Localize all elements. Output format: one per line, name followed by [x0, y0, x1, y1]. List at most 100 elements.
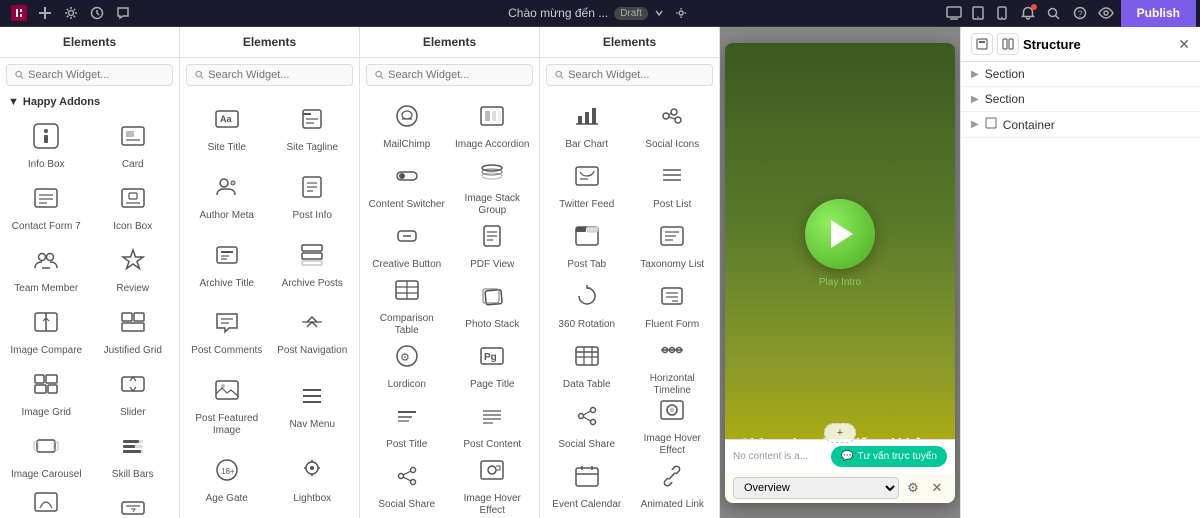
structure-item-container[interactable]: ▶ Container: [961, 112, 1200, 138]
widget-image-stack-group[interactable]: Image Stack Group +: [450, 156, 536, 216]
structure-item-section-1[interactable]: ▶ Section: [961, 62, 1200, 87]
page-settings-icon[interactable]: [670, 2, 692, 24]
search-box-1[interactable]: [6, 64, 173, 86]
close-icon[interactable]: ✕: [927, 478, 947, 498]
widget-social-icons[interactable]: Social Icons +: [630, 96, 716, 156]
tablet-icon[interactable]: [967, 2, 989, 24]
widget-horizontal-timeline[interactable]: Horizontal Timeline +: [630, 336, 716, 396]
structure-close-button[interactable]: ✕: [1178, 36, 1190, 53]
search-icon[interactable]: [1043, 2, 1065, 24]
widget-content-switcher[interactable]: Content Switcher +: [364, 156, 450, 216]
widget-card[interactable]: Card +: [91, 116, 176, 176]
widget-mailchimp[interactable]: MailChimp +: [364, 96, 450, 156]
chat-icon[interactable]: [112, 2, 134, 24]
widget-social-share[interactable]: Social Share +: [364, 456, 450, 516]
addons-section-header[interactable]: ▼ Happy Addons: [0, 92, 179, 112]
draft-badge[interactable]: Draft: [614, 7, 648, 20]
widget-review[interactable]: Review +: [91, 240, 176, 300]
widget-team-member[interactable]: Team Member +: [4, 240, 89, 300]
creative-button-icon: [393, 222, 421, 256]
widget-image-carousel[interactable]: Image Carousel +: [4, 426, 89, 486]
eye-icon[interactable]: [1095, 2, 1117, 24]
search-input-1[interactable]: [28, 69, 164, 81]
widget-skill-bars[interactable]: Skill Bars +: [91, 426, 176, 486]
widget-liquid-hover[interactable]: Liquid Hover Image +: [4, 488, 89, 518]
widget-photo-stack[interactable]: Photo Stack +: [450, 276, 536, 336]
settings-icon[interactable]: [60, 2, 82, 24]
widget-label: Site Tagline: [286, 142, 338, 154]
svg-text:Aa: Aa: [220, 114, 232, 124]
widget-info-box[interactable]: Info Box +: [4, 116, 89, 176]
struct-label: Container: [1003, 118, 1055, 132]
help-icon[interactable]: ?: [1069, 2, 1091, 24]
struct-icon-1[interactable]: [971, 33, 993, 55]
structure-item-section-2[interactable]: ▶ Section: [961, 87, 1200, 112]
widget-post-featured-image[interactable]: Post Featured Image +: [184, 367, 270, 447]
widget-post-navigation[interactable]: Post Navigation +: [270, 299, 356, 367]
widget-post-title[interactable]: Post Title +: [364, 396, 450, 456]
widget-360-rotation[interactable]: 360 Rotation +: [544, 276, 630, 336]
panel4-grid: Bar Chart + Social Icons + Twitter Feed …: [540, 92, 719, 518]
widget-image-compare[interactable]: Image Compare +: [4, 302, 89, 362]
widget-taxonomy-list[interactable]: Taxonomy List +: [630, 216, 716, 276]
widget-fluent-form[interactable]: Fluent Form +: [630, 276, 716, 336]
widget-label: Creative Button: [372, 259, 441, 271]
add-icon[interactable]: [34, 2, 56, 24]
add-section-button[interactable]: +: [824, 423, 856, 443]
widget-lordicon[interactable]: ⚙ Lordicon +: [364, 336, 450, 396]
publish-button[interactable]: Publish: [1121, 0, 1196, 27]
widget-slider[interactable]: Slider +: [91, 364, 176, 424]
search-input-4[interactable]: [568, 69, 704, 81]
widget-contact-form[interactable]: Contact Form 7 +: [4, 178, 89, 238]
notifications-icon[interactable]: [1017, 2, 1039, 24]
settings-icon[interactable]: ⚙: [903, 478, 923, 498]
widget-site-title[interactable]: Aa Site Title +: [184, 96, 270, 164]
widget-pdf-view[interactable]: PDF View +: [450, 216, 536, 276]
widget-p4-social-share[interactable]: Social Share +: [544, 396, 630, 456]
chat-button[interactable]: 💬 Tư vấn trực tuyến: [831, 446, 947, 467]
widget-event-calendar[interactable]: Event Calendar +: [544, 456, 630, 516]
search-input-3[interactable]: [388, 69, 524, 81]
post-title-icon: [393, 402, 421, 436]
widget-label: Image Stack Group: [454, 193, 532, 217]
widget-image-hover-effect[interactable]: Image Hover Effect +: [450, 456, 536, 516]
widget-creative-button[interactable]: Creative Button +: [364, 216, 450, 276]
search-input-2[interactable]: [208, 69, 344, 81]
widget-justified-grid[interactable]: Justified Grid +: [91, 302, 176, 362]
widget-post-list[interactable]: Post List +: [630, 156, 716, 216]
widget-twitter-feed[interactable]: Twitter Feed +: [544, 156, 630, 216]
widget-post-info[interactable]: Post Info +: [270, 164, 356, 232]
play-circle[interactable]: [805, 199, 875, 269]
widget-post-comments[interactable]: Post Comments +: [184, 299, 270, 367]
search-box-4[interactable]: [546, 64, 713, 86]
elementor-logo[interactable]: [8, 2, 30, 24]
widget-label: Image Compare: [10, 345, 82, 357]
widget-age-gate[interactable]: 18+ Age Gate +: [184, 446, 270, 514]
widget-image-accordion[interactable]: Image Accordion +: [450, 96, 536, 156]
overview-select[interactable]: Overview: [733, 477, 899, 499]
search-box-2[interactable]: [186, 64, 353, 86]
widget-archive-title[interactable]: Archive Title +: [184, 231, 270, 299]
widget-post-content[interactable]: Post Content +: [450, 396, 536, 456]
history-icon[interactable]: [86, 2, 108, 24]
widget-image-grid[interactable]: Image Grid +: [4, 364, 89, 424]
search-box-3[interactable]: [366, 64, 533, 86]
widget-icon-box[interactable]: Icon Box +: [91, 178, 176, 238]
widget-text-scroll[interactable]: Text Scroll +: [91, 488, 176, 518]
widget-site-tagline[interactable]: Site Tagline +: [270, 96, 356, 164]
widget-archive-posts[interactable]: Archive Posts +: [270, 231, 356, 299]
desktop-icon[interactable]: [943, 2, 965, 24]
review-icon: [119, 246, 147, 280]
widget-page-title[interactable]: Pg Page Title +: [450, 336, 536, 396]
struct-icon-2[interactable]: [997, 33, 1019, 55]
widget-p4-image-hover[interactable]: Image Hover Effect +: [630, 396, 716, 456]
widget-nav-menu[interactable]: Nav Menu +: [270, 367, 356, 447]
widget-post-tab[interactable]: Post Tab +: [544, 216, 630, 276]
widget-author-meta[interactable]: Author Meta +: [184, 164, 270, 232]
widget-bar-chart[interactable]: Bar Chart +: [544, 96, 630, 156]
mobile-icon[interactable]: [991, 2, 1013, 24]
widget-comparison-table[interactable]: Comparison Table +: [364, 276, 450, 336]
widget-lightbox[interactable]: Lightbox +: [270, 446, 356, 514]
widget-data-table[interactable]: Data Table +: [544, 336, 630, 396]
widget-animated-link[interactable]: Animated Link +: [630, 456, 716, 516]
